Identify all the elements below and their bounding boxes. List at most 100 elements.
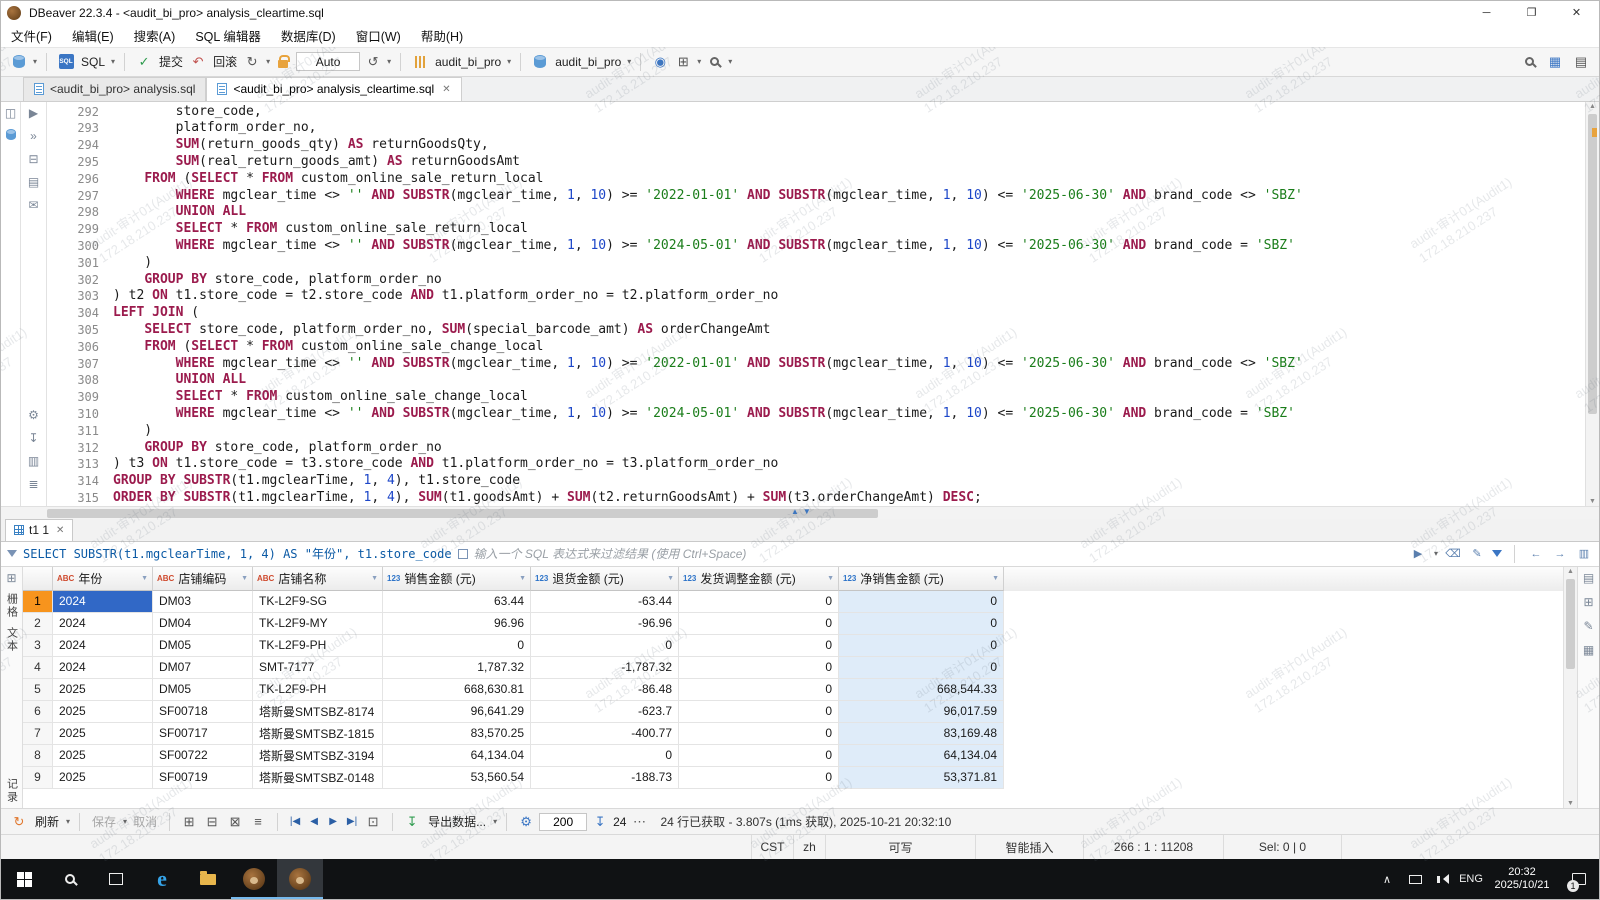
grid-cell[interactable]: 0 (679, 701, 839, 723)
rollback-icon[interactable]: ↶ (188, 51, 208, 73)
grid-cell[interactable]: 0 (679, 635, 839, 657)
cancel-button[interactable]: 取消 (130, 813, 160, 830)
execute-script-icon[interactable]: » (30, 129, 37, 143)
table-row[interactable]: 32024DM05TK-L2F9-PH0000 (23, 635, 1004, 657)
grid-cell[interactable]: DM03 (153, 591, 253, 613)
minimize-layout-icon[interactable]: ▤ (1571, 51, 1591, 73)
table-row[interactable]: 82025SF00722塔斯曼SMTSBZ-319464,134.040064,… (23, 745, 1004, 767)
grid-cell[interactable]: 2024 (53, 657, 153, 679)
grid-cell[interactable]: 2025 (53, 723, 153, 745)
first-row-button[interactable]: |◀ (287, 816, 303, 827)
column-filter-icon[interactable]: ▼ (519, 575, 526, 582)
volume-icon[interactable] (1429, 859, 1457, 899)
grid-cell[interactable]: -400.77 (531, 723, 679, 745)
code-line[interactable]: ) t2 ON t1.store_code = t2.store_code AN… (113, 288, 1585, 305)
commit-button[interactable]: 提交 (159, 53, 183, 70)
status-item-5[interactable]: Sel: 0 | 0 (1223, 835, 1341, 859)
row-number-cell[interactable]: 7 (23, 723, 53, 745)
apply-filter-icon[interactable]: ▶ (1409, 545, 1427, 563)
grid-cell[interactable]: TK-L2F9-MY (253, 613, 383, 635)
menu-item-5[interactable]: 窗口(W) (356, 26, 401, 45)
lock-icon[interactable] (273, 51, 293, 73)
chevron-down-icon[interactable]: ▾ (697, 57, 701, 66)
grid-cell[interactable]: 0 (839, 635, 1004, 657)
grid-cell[interactable]: 0 (839, 657, 1004, 679)
grid-cell[interactable]: 1,787.32 (383, 657, 531, 679)
column-header-店铺编码[interactable]: ABC店铺编码▼ (153, 567, 253, 591)
tab-analysis-sql[interactable]: <audit_bi_pro> analysis.sql (23, 77, 206, 101)
grid-cell[interactable]: 2025 (53, 767, 153, 789)
language-indicator[interactable]: ENG (1457, 859, 1485, 899)
grid-cell[interactable]: TK-L2F9-PH (253, 679, 383, 701)
row-count-icon[interactable]: ↧ (590, 811, 610, 833)
history-back-icon[interactable]: ← (1527, 545, 1545, 563)
display-icon[interactable] (1401, 859, 1429, 899)
grid-cell[interactable]: SF00717 (153, 723, 253, 745)
output-icon[interactable]: ▥ (28, 454, 39, 468)
row-number-cell[interactable]: 1 (23, 591, 53, 613)
table-row[interactable]: 72025SF00717塔斯曼SMTSBZ-181583,570.25-400.… (23, 723, 1004, 745)
grid-cell[interactable]: 2025 (53, 679, 153, 701)
code-line[interactable]: SELECT * FROM custom_online_sale_return_… (113, 221, 1585, 238)
grid-cell[interactable]: 0 (839, 613, 1004, 635)
grid-cell[interactable]: 0 (679, 679, 839, 701)
value-viewer-icon[interactable]: ▤ (1583, 571, 1594, 585)
table-row[interactable]: 62025SF00718塔斯曼SMTSBZ-817496,641.29-623.… (23, 701, 1004, 723)
grid-cell[interactable]: 2024 (53, 635, 153, 657)
transaction-mode-icon[interactable]: ↻ (242, 51, 262, 73)
results-tab-t1[interactable]: t1 1 ✕ (5, 519, 73, 541)
row-number-cell[interactable]: 6 (23, 701, 53, 723)
chevron-down-icon[interactable]: ▾ (387, 57, 391, 66)
grid-cell[interactable]: 64,134.04 (383, 745, 531, 767)
close-button[interactable]: ✕ (1554, 1, 1599, 25)
tab-analysis-cleartime-sql[interactable]: <audit_bi_pro> analysis_cleartime.sql ✕ (206, 77, 461, 101)
explain-plan-icon[interactable]: ⊟ (28, 152, 38, 166)
grid-cell[interactable]: DM04 (153, 613, 253, 635)
code-line[interactable]: LEFT JOIN ( (113, 305, 1585, 322)
edit-filter-icon[interactable]: ✎ (1468, 545, 1486, 563)
editor-vertical-scrollbar[interactable]: ▲ ▼ (1585, 102, 1599, 506)
column-header-销售金额 (元)[interactable]: 123销售金额 (元)▼ (383, 567, 531, 591)
grid-cell[interactable]: SF00722 (153, 745, 253, 767)
navigator-icon[interactable]: ◉ (650, 51, 670, 73)
grid-vertical-scrollbar[interactable]: ▲ ▼ (1563, 567, 1577, 809)
maximize-button[interactable]: ❐ (1509, 1, 1554, 25)
calc-panel-icon[interactable]: ⊞ (1583, 595, 1593, 609)
grid-cell[interactable]: SF00719 (153, 767, 253, 789)
taskbar-clock[interactable]: 20:32 2025/10/21 (1485, 866, 1559, 892)
menu-item-1[interactable]: 编辑(E) (72, 26, 114, 45)
table-row[interactable]: 22024DM04TK-L2F9-MY96.96-96.9600 (23, 613, 1004, 635)
table-row[interactable]: 92025SF00719塔斯曼SMTSBZ-014853,560.54-188.… (23, 767, 1004, 789)
start-button[interactable] (1, 859, 47, 899)
grid-cell[interactable]: 53,560.54 (383, 767, 531, 789)
code-line[interactable]: UNION ALL (113, 372, 1585, 389)
refresh-icon[interactable]: ↻ (9, 811, 29, 833)
grid-cell[interactable]: TK-L2F9-SG (253, 591, 383, 613)
row-number-cell[interactable]: 8 (23, 745, 53, 767)
grid-presentation-icon[interactable]: ⊞ (6, 571, 16, 585)
code-line[interactable]: ) t3 ON t1.store_code = t3.store_code AN… (113, 456, 1585, 473)
grid-cell[interactable]: SMT-7177 (253, 657, 383, 679)
code-line[interactable]: SELECT * FROM custom_online_sale_change_… (113, 389, 1585, 406)
grid-cell[interactable]: 塔斯曼SMTSBZ-3194 (253, 745, 383, 767)
chevron-down-icon[interactable]: ▾ (123, 817, 127, 826)
edge-icon[interactable]: e (139, 859, 185, 899)
code-line[interactable]: WHERE mgclear_time <> '' AND SUBSTR(mgcl… (113, 356, 1585, 373)
add-row-icon[interactable]: ⊞ (179, 811, 199, 833)
row-number-cell[interactable]: 2 (23, 613, 53, 635)
grid-cell[interactable]: DM05 (153, 635, 253, 657)
presentation-text-tab[interactable]: 文本 (4, 627, 20, 653)
column-header-年份[interactable]: ABC年份▼ (53, 567, 153, 591)
duplicate-row-icon[interactable]: ⊟ (202, 811, 222, 833)
code-line[interactable]: platform_order_no, (113, 120, 1585, 137)
chevron-down-icon[interactable]: ▾ (33, 57, 37, 66)
grid-cell[interactable]: 2024 (53, 613, 153, 635)
code-line[interactable]: WHERE mgclear_time <> '' AND SUBSTR(mgcl… (113, 238, 1585, 255)
grid-cell[interactable]: 83,169.48 (839, 723, 1004, 745)
sql-editor-icon[interactable]: SQL (56, 51, 76, 73)
grid-cell[interactable]: 96,017.59 (839, 701, 1004, 723)
column-header-店铺名称[interactable]: ABC店铺名称▼ (253, 567, 383, 591)
row-number-cell[interactable]: 5 (23, 679, 53, 701)
code-line[interactable]: WHERE mgclear_time <> '' AND SUBSTR(mgcl… (113, 406, 1585, 423)
grid-cell[interactable]: DM07 (153, 657, 253, 679)
